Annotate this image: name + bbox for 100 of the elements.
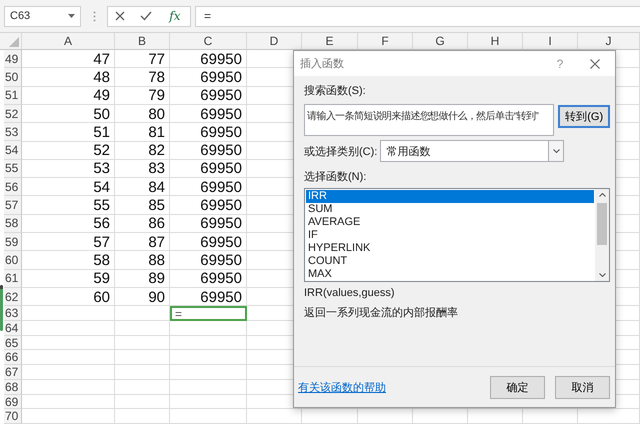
help-link[interactable]: 有关该函数的帮助 [298,380,480,394]
list-item[interactable]: IF [306,229,594,242]
table-cell-text: 57 [92,232,111,252]
row-header[interactable]: 65 [4,336,22,350]
row-header[interactable]: 53 [4,123,22,142]
table-cell-text: 89 [147,270,166,288]
row-header[interactable]: 62 [4,288,22,306]
scroll-up-icon[interactable] [598,193,606,197]
row-header[interactable]: 52 [4,104,22,124]
row-header[interactable]: 69 [4,394,22,410]
column-header[interactable]: C [170,33,247,50]
row-header[interactable]: 64 [4,320,22,336]
table-cell-text: 69950 [199,123,243,142]
row-header[interactable]: 56 [4,178,22,196]
row-header[interactable]: 60 [4,251,22,270]
column-header[interactable]: E [302,33,358,50]
list-item[interactable]: COUNT [306,255,594,268]
scroll-down-icon[interactable] [598,273,606,277]
table-cell-text: 47 [92,50,111,68]
table-cell-text: 69950 [199,196,243,215]
table-cell-text: 48 [92,68,111,87]
category-dropdown[interactable]: 常用函数 [380,140,564,162]
go-button[interactable]: 转到(G) [558,105,610,128]
row-header[interactable]: 49 [4,50,22,68]
table-cell-text: 83 [147,160,166,178]
table-cell-text: 69950 [199,160,243,178]
row-header[interactable]: 57 [4,196,22,215]
cancel-icon[interactable] [115,11,126,21]
cell-reference: C63 [10,10,30,22]
table-cell-text: 55 [92,196,111,215]
table-cell-text: 86 [147,214,166,233]
table-cell-text: 59 [92,270,111,288]
field-label: 搜索函数(S): [304,84,367,98]
row-header[interactable]: 54 [4,141,22,160]
dialog-button[interactable]: 取消 [555,376,610,398]
list-item[interactable]: MAX [306,268,594,281]
list-item[interactable]: AVERAGE [306,216,594,229]
table-cell-text: 77 [147,50,166,68]
list-item[interactable]: SUM [306,203,594,216]
table-cell-text: 82 [147,141,166,160]
table-cell-text: 80 [147,104,166,124]
table-cell-text: 52 [92,141,111,160]
table-cell-text: 50 [92,104,111,124]
search-field[interactable]: 请输入一条简短说明来描述您想做什么，然后单击“转到” [304,104,554,136]
formula-field[interactable]: = [195,6,640,26]
table-cell-text: 60 [92,288,111,306]
table-cell-text: 81 [147,123,166,142]
column-header[interactable]: G [413,33,468,50]
scrollbar-thumb[interactable] [597,203,607,245]
dropdown-arrow-icon[interactable] [68,14,75,18]
table-cell-text: 79 [147,86,166,105]
table-cell-text: 87 [147,232,166,252]
table-cell-text: 69950 [199,270,243,288]
row-header[interactable]: 51 [4,86,22,105]
table-cell-text: 69950 [199,232,243,252]
table-cell-text: 69950 [199,50,243,68]
row-header[interactable]: 66 [4,350,22,366]
column-header[interactable]: H [468,33,523,50]
active-cell[interactable]: = [170,306,247,321]
drag-handle-icon[interactable] [92,10,96,22]
function-description: 返回一系列现金流的内部报酬率 [304,306,459,320]
table-cell-text: 69950 [199,214,243,233]
table-cell-text: 49 [92,86,111,105]
row-header[interactable]: 61 [4,270,22,288]
column-header[interactable]: F [358,33,413,50]
list-item[interactable]: HYPERLINK [306,242,594,255]
table-cell-text: 69950 [199,251,243,270]
table-cell-text: 51 [92,123,111,142]
outline-handle[interactable] [0,285,3,331]
table-cell-text: 69950 [199,104,243,124]
row-header[interactable]: 70 [4,409,22,424]
table-cell-text: 58 [92,251,111,270]
column-header[interactable]: D [247,33,302,50]
function-list[interactable]: IRR SUM AVERAGE IF HYPERLINK COUNT MAX [304,188,610,282]
row-header[interactable]: 58 [4,214,22,233]
row-header[interactable]: 59 [4,232,22,252]
name-box[interactable]: C63 [4,6,81,26]
function-signature: IRR(values,guess) [304,287,396,299]
close-icon[interactable] [590,58,600,68]
table-cell-text: 88 [147,251,166,270]
row-header[interactable]: 63 [4,306,22,321]
table-cell-text: 69950 [199,178,243,196]
row-header[interactable]: 55 [4,160,22,178]
checkmark-icon[interactable] [140,11,152,21]
chevron-down-icon[interactable] [552,149,560,153]
column-header[interactable]: I [523,33,578,50]
table-cell-text: 56 [92,214,111,233]
table-cell-text: 69950 [199,86,243,105]
table-cell-text: 90 [147,288,166,306]
row-header[interactable]: 50 [4,68,22,87]
row-header[interactable]: 68 [4,380,22,395]
row-header[interactable]: 67 [4,365,22,380]
column-header[interactable]: A [22,33,115,50]
column-header[interactable]: B [115,33,170,50]
column-header[interactable]: J [578,33,640,50]
dialog-button[interactable]: 确定 [490,376,545,398]
list-item[interactable]: IRR [306,190,594,203]
table-cell-text: 69950 [199,141,243,160]
insert-function-button[interactable]: fx [167,9,183,23]
dropdown-value: 常用函数 [386,144,430,158]
